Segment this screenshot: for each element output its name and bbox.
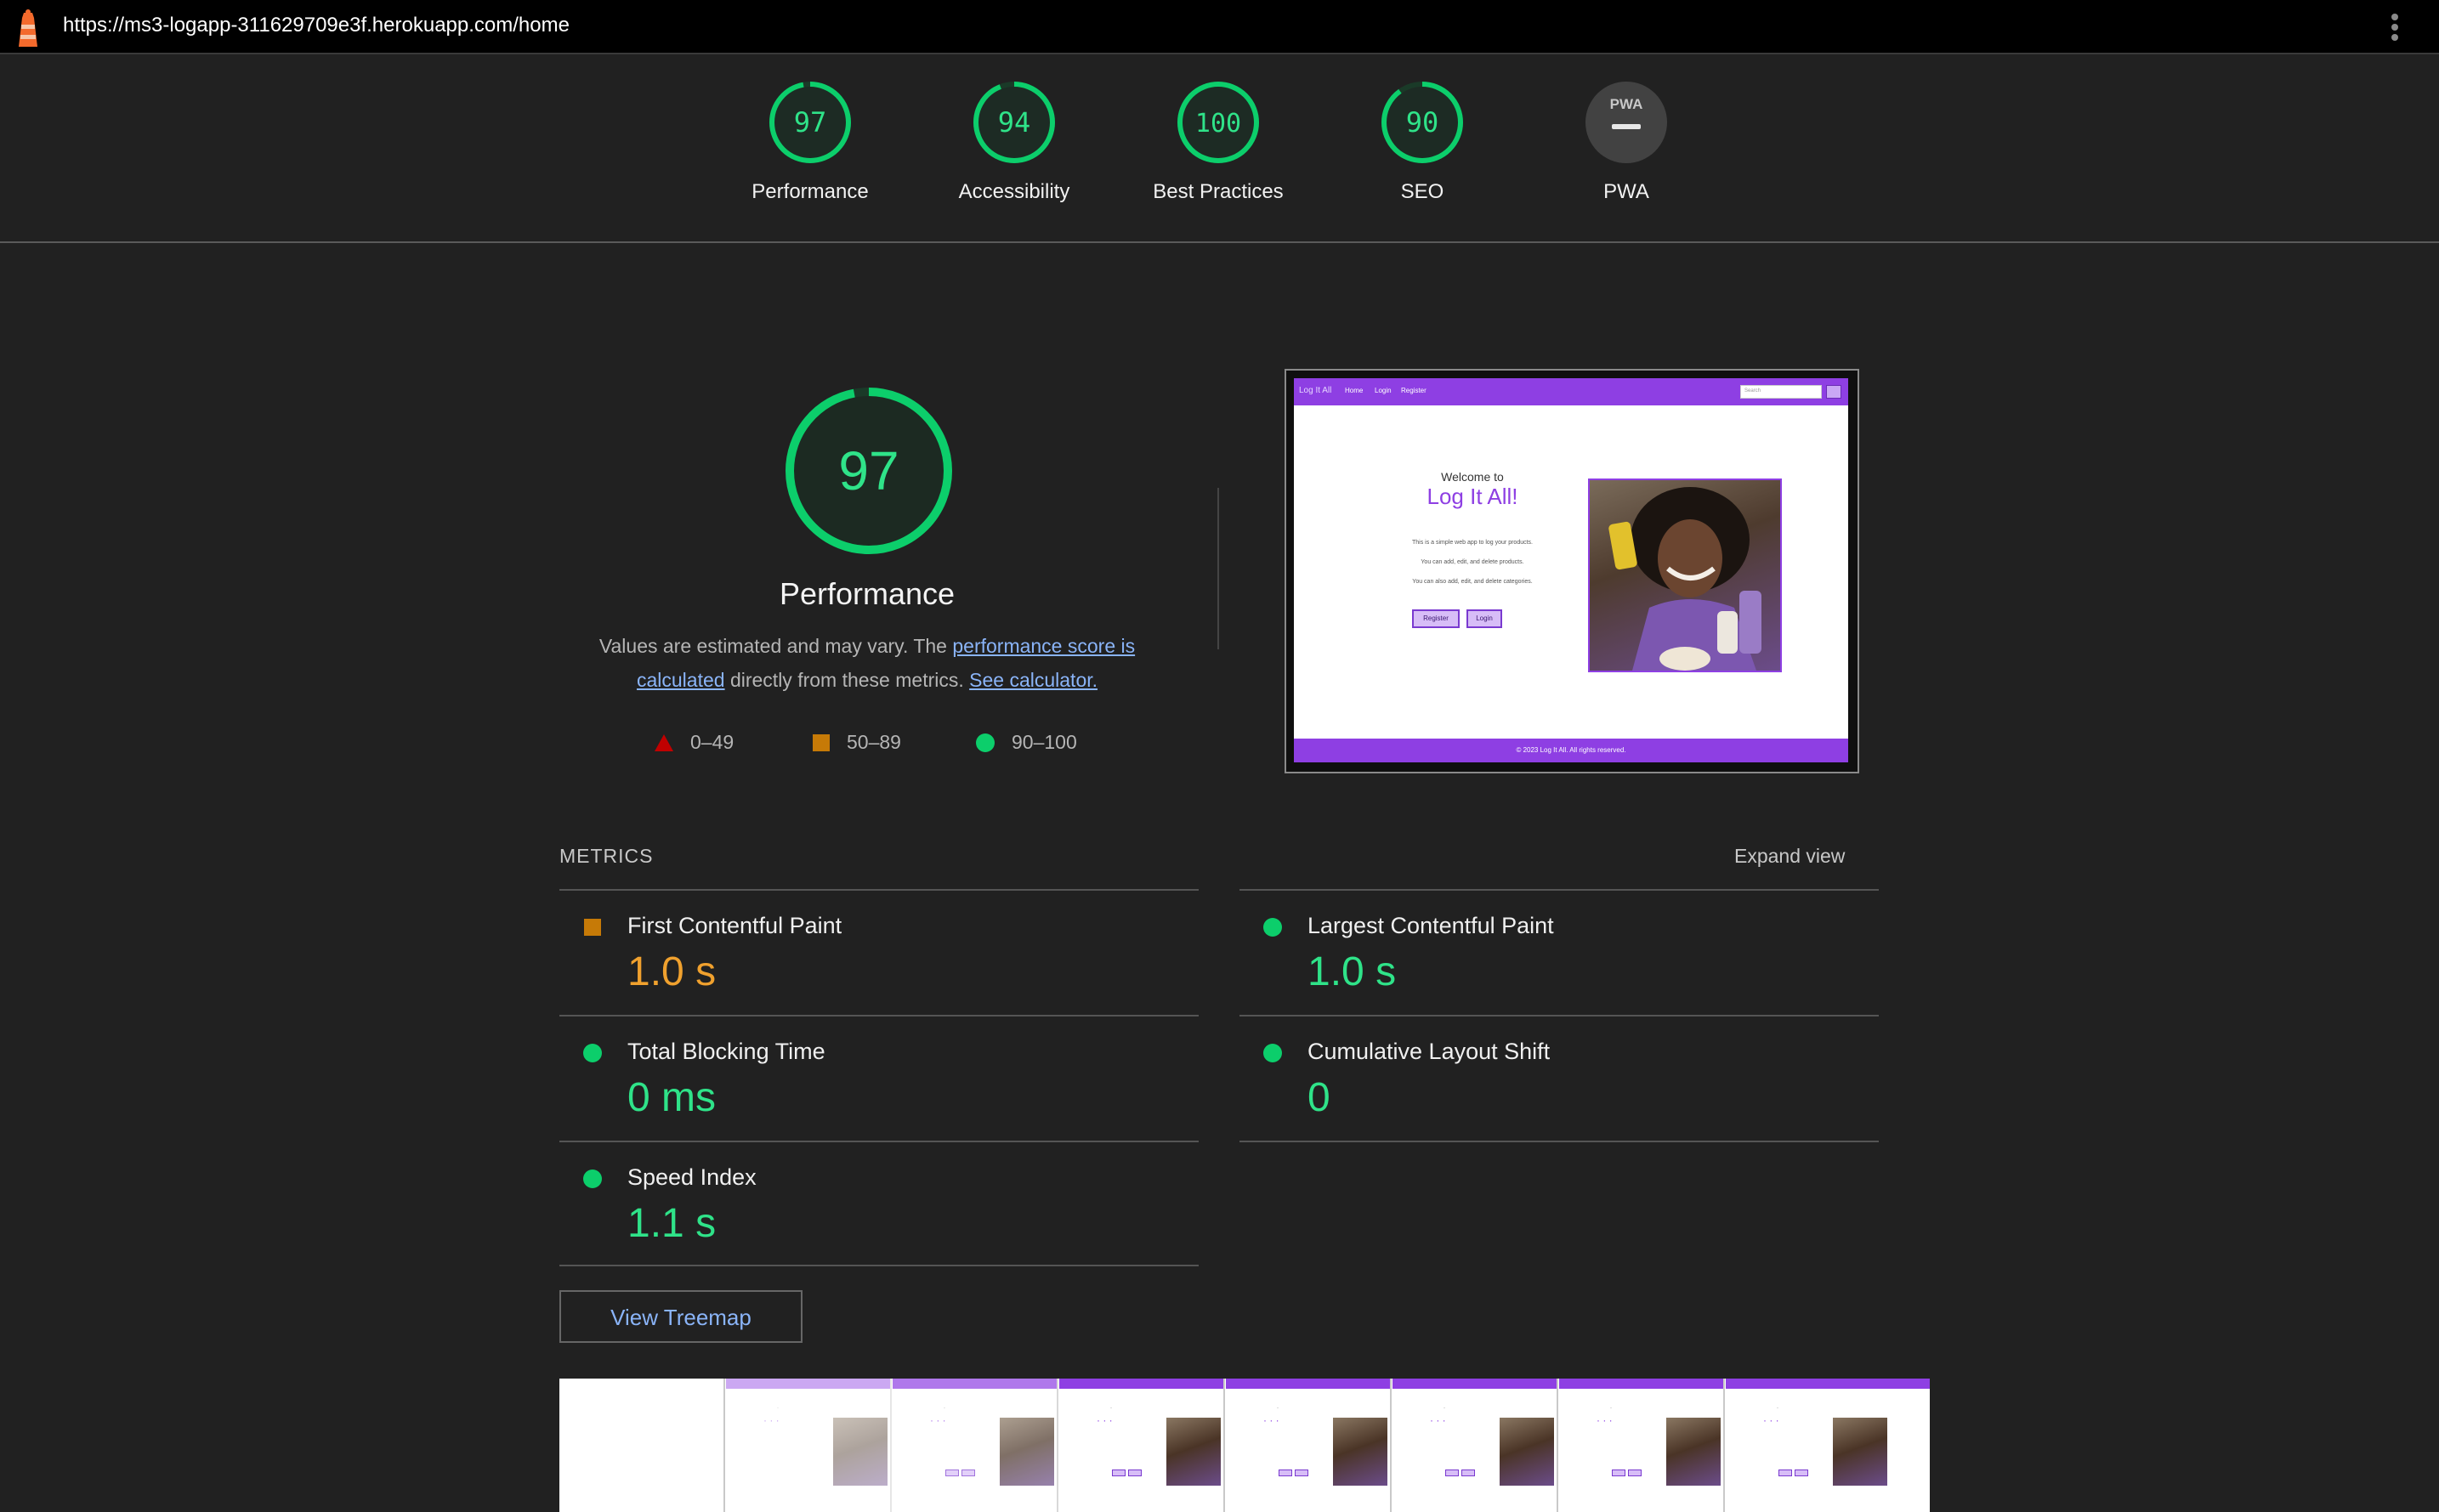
page-url: https://ms3-logapp-311629709e3f.herokuap… [63,14,570,37]
square-icon [813,733,830,751]
gauge-score: 97 [794,106,827,139]
preview-nav-login: Login [1375,387,1392,394]
preview-nav-home: Home [1345,387,1364,394]
metric-first-contentful-paint: First Contentful Paint 1.0 s [559,891,1199,1015]
metric-name: Speed Index [627,1164,757,1190]
metrics-rule [559,1265,1199,1266]
lighthouse-icon [19,9,37,47]
legend-fail: 0–49 [655,731,734,754]
legend-average: 50–89 [813,731,901,754]
metric-cumulative-layout-shift: Cumulative Layout Shift 0 [1239,1016,1879,1141]
gauge-score: 90 [1406,106,1439,139]
metric-value: 1.0 s [627,949,717,994]
expand-view-toggle[interactable]: Expand view [1734,845,1845,868]
gauge-label: Accessibility [958,180,1070,203]
circle-icon [976,733,995,752]
preview-title: Log It All! [1427,484,1518,509]
filmstrip-frame: · · · · [893,1379,1058,1512]
section-divider [1217,488,1219,649]
performance-description: Values are estimated and may vary. The p… [578,629,1156,697]
metric-name: Cumulative Layout Shift [1307,1039,1551,1064]
metrics-heading: METRICS [559,845,654,867]
desc-text: directly from these metrics. [724,669,970,691]
view-treemap-button[interactable]: View Treemap [559,1290,803,1343]
more-options-icon[interactable] [2387,14,2402,42]
filmstrip-frame [559,1379,725,1512]
gauge-pwa[interactable]: PWA PWA [1541,80,1711,204]
gauge-accessibility[interactable]: 94 Accessibility [929,80,1099,204]
gauge-label: SEO [1400,180,1444,203]
final-screenshot[interactable]: Log It All Home Login Register Search We… [1285,369,1859,773]
preview-nav-register: Register [1401,387,1427,394]
desc-text: Values are estimated and may vary. The [598,635,953,657]
metric-value: 1.0 s [1307,949,1397,994]
filmstrip: · · · · · · · · · · · · · · · · · · · · · · · … [559,1379,1930,1512]
header-divider [0,241,2439,243]
pwa-badge-text: PWA [1610,96,1643,112]
preview-search: Search [1740,385,1822,399]
screenshot-page: Log It All Home Login Register Search We… [1294,378,1848,762]
url-bar: https://ms3-logapp-311629709e3f.herokuap… [0,0,2439,54]
performance-title: Performance [779,576,956,611]
pass-circle-icon [583,1169,602,1188]
gauge-score: 94 [998,106,1031,139]
metric-name: Largest Contentful Paint [1307,913,1554,938]
metric-name: Total Blocking Time [627,1039,825,1064]
preview-welcome: Welcome to [1441,470,1504,484]
gauge-label: PWA [1603,180,1649,203]
filmstrip-frame: · · · · [1059,1379,1225,1512]
metric-name: First Contentful Paint [627,913,842,938]
legend-range: 0–49 [690,731,735,753]
legend-pass: 90–100 [976,731,1077,754]
preview-text: This is a simple web app to log your pro… [1411,540,1533,546]
preview-navbar: Log It All Home Login Register Search [1294,378,1848,405]
score-legend: 0–49 50–89 90–100 [655,731,1131,760]
legend-range: 90–100 [1012,731,1077,753]
preview-text: You can also add, edit, and delete categ… [1412,579,1533,585]
score-ring: 97 [769,82,851,163]
see-calculator-link[interactable]: See calculator. [969,669,1098,691]
pwa-badge-icon: PWA [1585,82,1667,163]
preview-search-icon [1826,385,1841,399]
score-ring: 100 [1177,82,1259,163]
pass-circle-icon [1263,918,1282,937]
preview-register-button: Register [1412,609,1460,628]
triangle-icon [655,733,673,751]
pass-circle-icon [1263,1044,1282,1062]
gauge-score: 100 [1195,109,1241,139]
gauge-performance[interactable]: 97 Performance [725,80,895,204]
metric-total-blocking-time: Total Blocking Time 0 ms [559,1016,1199,1141]
metric-value: 0 [1307,1075,1330,1120]
performance-score-gauge: 97 [786,388,952,554]
metric-speed-index: Speed Index 1.1 s [559,1142,1199,1266]
preview-text: You can add, edit, and delete products. [1421,559,1524,565]
preview-footer: © 2023 Log It All. All rights reserved. [1294,739,1848,762]
filmstrip-frame: · · · · [1226,1379,1392,1512]
gauge-label: Performance [752,180,869,203]
preview-hero-image [1588,479,1782,672]
score-ring: 90 [1381,82,1463,163]
filmstrip-frame: · · · · [1726,1379,1930,1512]
filmstrip-frame: · · · · [1392,1379,1558,1512]
average-square-icon [584,919,601,936]
gauge-label: Best Practices [1153,180,1284,203]
filmstrip-frame: · · · · [1559,1379,1725,1512]
pass-circle-icon [583,1044,602,1062]
legend-range: 50–89 [847,731,901,753]
preview-login-button: Login [1466,609,1502,628]
metric-value: 0 ms [627,1075,717,1120]
gauge-seo[interactable]: 90 SEO [1337,80,1507,204]
score-ring: 94 [973,82,1055,163]
metric-largest-contentful-paint: Largest Contentful Paint 1.0 s [1239,891,1879,1015]
metrics-rule [1239,1141,1879,1142]
category-gauges: 97 Performance 94 Accessibility 100 Best… [0,54,2439,243]
performance-score: 97 [838,440,899,501]
filmstrip-frame: · · · · [726,1379,892,1512]
metric-value: 1.1 s [627,1201,717,1246]
gauge-best-practices[interactable]: 100 Best Practices [1133,80,1303,204]
preview-brand: Log It All [1299,386,1332,395]
